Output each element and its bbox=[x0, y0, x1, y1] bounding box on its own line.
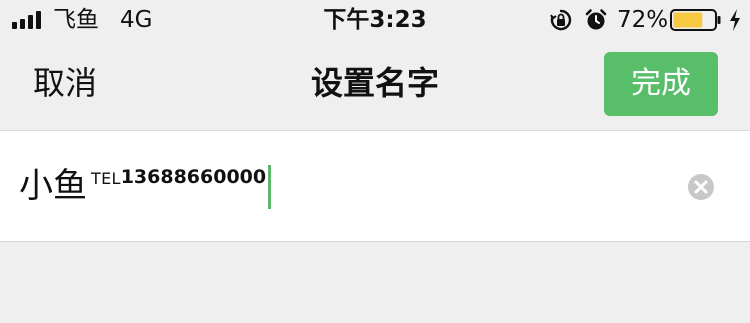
orientation-lock-icon bbox=[550, 9, 572, 31]
battery-level-fill bbox=[673, 12, 703, 28]
clear-input-icon[interactable] bbox=[687, 173, 715, 201]
name-input[interactable]: 小鱼 TEL 13688660000 bbox=[19, 162, 272, 212]
name-text: 小鱼 bbox=[19, 166, 87, 206]
phone-number: 13688660000 bbox=[120, 166, 267, 188]
charging-bolt-icon bbox=[730, 9, 740, 31]
text-cursor bbox=[268, 165, 272, 209]
navigation-bar: 取消 设置名字 完成 bbox=[0, 40, 750, 131]
tel-label: TEL bbox=[91, 169, 121, 188]
battery-percentage: 72% bbox=[617, 7, 669, 33]
status-bar: 飞鱼 4G 下午3:23 72% bbox=[0, 0, 750, 40]
name-input-row: 小鱼 TEL 13688660000 bbox=[0, 131, 750, 242]
done-button[interactable]: 完成 bbox=[604, 52, 718, 116]
alarm-icon bbox=[585, 9, 607, 30]
battery-icon bbox=[670, 9, 721, 31]
